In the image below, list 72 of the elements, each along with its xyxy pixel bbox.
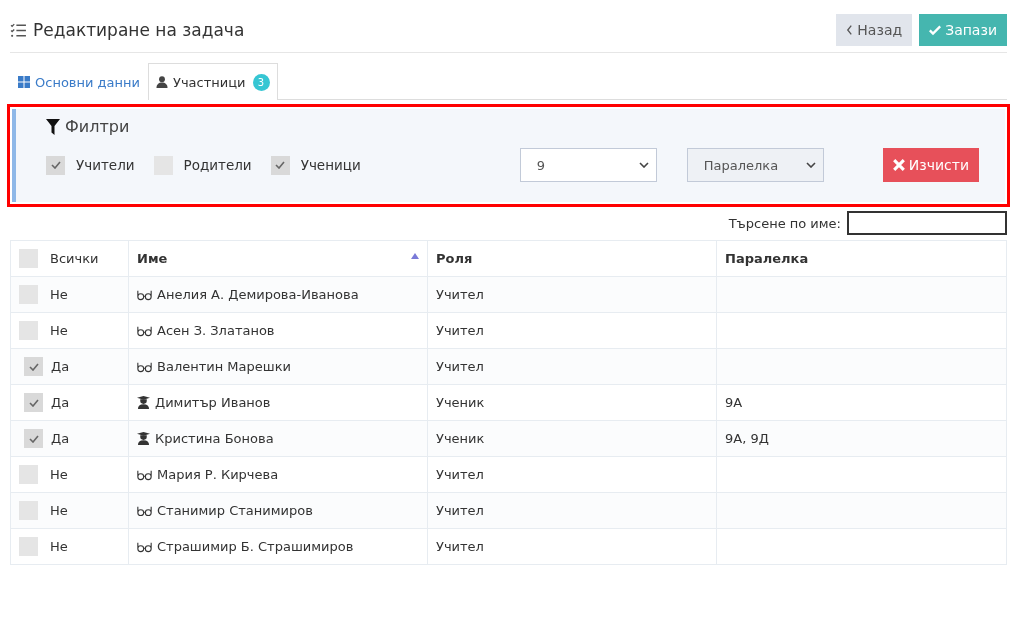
filter-title: Филтри (65, 117, 130, 136)
page-title: Редактиране на задача (33, 20, 245, 40)
table-cell: Димитър Иванов (155, 395, 271, 410)
table-cell: Ученик (436, 395, 485, 410)
checkbox-label: Родители (183, 157, 252, 173)
close-icon (892, 159, 905, 171)
checkbox[interactable] (24, 393, 43, 412)
column-header: Роля (436, 251, 473, 266)
table-cell: Асен З. Златанов (157, 323, 275, 338)
checkbox[interactable] (19, 285, 38, 304)
search-field[interactable] (847, 211, 1007, 235)
table-cell: Анелия А. Демирова-Иванова (157, 287, 359, 302)
checkbox-label: Ученици (300, 157, 361, 173)
checkbox[interactable] (19, 465, 38, 484)
checkbox[interactable] (19, 501, 38, 520)
filter-icon (46, 118, 60, 135)
user-icon (156, 76, 168, 88)
table-cell: Учител (436, 287, 484, 302)
table-cell: Учител (436, 503, 484, 518)
chevron-down-icon (638, 162, 649, 168)
table-cell: Учител (436, 467, 484, 482)
table-cell: Не (50, 287, 68, 302)
checkbox[interactable] (24, 357, 43, 376)
grid-icon (18, 76, 30, 88)
checkmark-icon (28, 398, 39, 407)
column-header: Всички (50, 251, 99, 266)
table-cell: 9А (725, 395, 743, 410)
checkbox[interactable] (19, 249, 38, 268)
dropdown[interactable]: 9 (519, 148, 657, 182)
column-header-cell[interactable]: Име (128, 240, 428, 277)
back-button[interactable]: Назад (836, 14, 913, 46)
column-header: Име (137, 251, 168, 266)
checkbox[interactable] (19, 321, 38, 340)
clear-button[interactable]: Изчисти (882, 148, 979, 182)
checkbox[interactable] (24, 429, 43, 448)
chevron-left-icon (846, 24, 854, 36)
checkmark-icon (275, 161, 286, 169)
column-header: Паралелка (725, 251, 809, 266)
table-cell: Не (50, 539, 68, 554)
table-cell: Мария Р. Кирчева (157, 467, 279, 482)
checkmark-icon (50, 161, 61, 169)
checkmark-icon (929, 24, 942, 36)
checkmark-icon (28, 362, 39, 371)
table-cell: Кристина Бонова (155, 431, 274, 446)
table-cell: Станимир Станимиров (157, 503, 313, 518)
table-cell: 9А, 9Д (725, 431, 769, 446)
checkbox[interactable] (46, 155, 65, 175)
table-cell: Да (51, 359, 70, 374)
column-header-cell[interactable]: Всички (10, 240, 129, 277)
table-cell: Учител (436, 539, 484, 554)
checkbox[interactable] (19, 537, 38, 556)
table-cell: Не (50, 323, 68, 338)
checkbox[interactable] (270, 155, 290, 175)
search-label: Търсене по име: (728, 215, 841, 231)
table-cell: Валентин Марешки (157, 359, 291, 374)
sort-ascending-icon (411, 253, 419, 259)
chevron-down-icon (805, 162, 816, 168)
checkbox-label: Учители (76, 157, 135, 173)
table-cell: Ученик (436, 431, 485, 446)
column-header-cell[interactable]: Паралелка (716, 240, 1007, 277)
count-badge: 3 (252, 73, 270, 91)
table-cell: Не (50, 467, 68, 482)
checkmark-icon (28, 434, 39, 443)
table-cell: Да (51, 395, 70, 410)
column-header-cell[interactable]: Роля (427, 240, 717, 277)
tab[interactable]: Участници 3 (148, 63, 278, 100)
table-cell: Не (50, 503, 68, 518)
table-cell: Учител (436, 323, 484, 338)
table-cell: Страшимир Б. Страшимиров (157, 539, 354, 554)
table-cell: Да (51, 431, 70, 446)
table-cell: Учител (436, 359, 484, 374)
task-list-icon (10, 22, 27, 38)
